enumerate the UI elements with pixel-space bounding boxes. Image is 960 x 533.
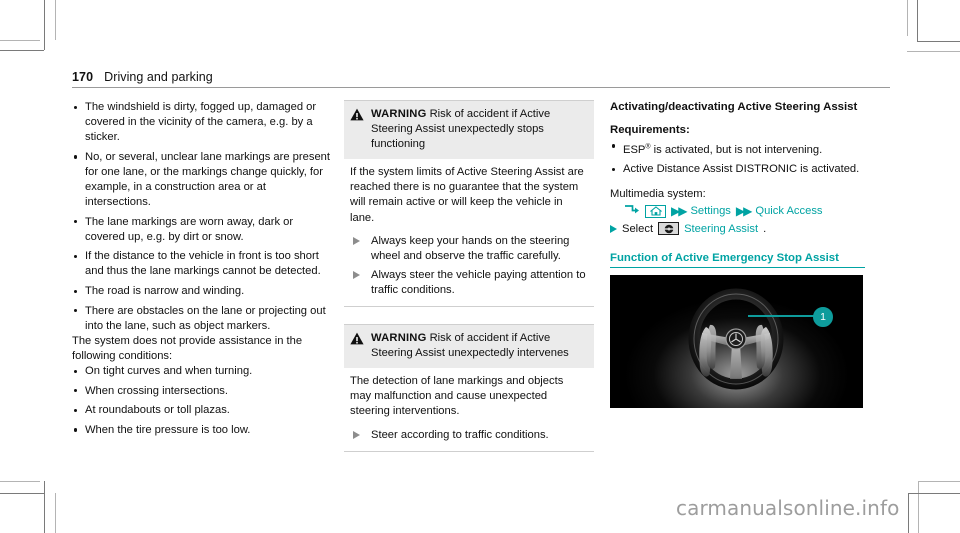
no-assist-intro: The system does not provide assistance i… xyxy=(72,334,303,362)
warning-triangle-icon xyxy=(350,331,364,361)
list-item: If the distance to the vehicle in front … xyxy=(72,249,330,279)
manual-page: 170 Driving and parking The windshield i… xyxy=(0,0,960,533)
home-icon[interactable] xyxy=(645,204,666,218)
list-item: ESP® is activated, but is not intervenin… xyxy=(610,139,865,158)
list-item: No, or several, unclear lane markings ar… xyxy=(72,150,330,210)
crop-mark-bottom-left-v2 xyxy=(55,493,56,533)
chevron-double-right-icon: ▶▶ xyxy=(735,204,753,219)
figure-graphic xyxy=(688,288,784,390)
column-middle: WARNING Risk of accident if Active Steer… xyxy=(344,100,594,469)
column-left: The windshield is dirty, fogged up, dama… xyxy=(72,100,330,438)
corner-arrow-icon xyxy=(624,204,640,218)
warning-body-text: The detection of lane markings and objec… xyxy=(350,375,564,418)
step-arrow-icon xyxy=(353,237,360,246)
crop-mark-top-right-v2 xyxy=(907,0,908,36)
crop-mark-bottom-right-v xyxy=(908,493,909,533)
steering-wheel-icon[interactable] xyxy=(658,222,680,236)
select-steering-assist-step[interactable]: Select Steering Assist. xyxy=(610,222,865,236)
list-item: At roundabouts or toll plazas. xyxy=(72,403,330,418)
nav-item-settings[interactable]: Settings xyxy=(690,205,730,217)
step-arrow-icon xyxy=(353,271,360,280)
section-heading-emergency-stop: Function of Active Emergency Stop Assist xyxy=(610,252,865,269)
crop-mark-top-left-v2 xyxy=(55,0,56,40)
warning-body: The detection of lane markings and objec… xyxy=(344,368,594,451)
list-item: On tight curves and when turning. xyxy=(72,364,330,379)
chevron-double-right-icon: ▶▶ xyxy=(671,204,688,219)
step-arrow-icon xyxy=(610,224,617,233)
crop-mark-top-right-h xyxy=(917,41,960,42)
warning-header-text: WARNING Risk of accident if Active Steer… xyxy=(371,107,587,152)
list-item: Active Distance Assist DISTRONIC is acti… xyxy=(610,162,865,177)
select-verb: Select xyxy=(622,222,654,235)
warning-header-text: WARNING Risk of accident if Active Steer… xyxy=(371,331,587,361)
warning-header: WARNING Risk of accident if Active Steer… xyxy=(344,325,594,369)
nav-item-quick-access[interactable]: Quick Access xyxy=(755,205,822,217)
page-number: 170 xyxy=(72,70,94,84)
column-right: Activating/deactivating Active Steering … xyxy=(610,100,865,409)
list-item: The road is narrow and winding. xyxy=(72,284,330,299)
chapter-title: Driving and parking xyxy=(104,70,213,84)
no-assist-bullet-list: On tight curves and when turning. When c… xyxy=(72,364,330,438)
limits-bullet-list: The windshield is dirty, fogged up, dama… xyxy=(72,100,330,334)
crop-mark-top-left-v xyxy=(44,0,45,50)
list-item: Always keep your hands on the steering w… xyxy=(350,234,587,264)
warning-steps: Always keep your hands on the steering w… xyxy=(350,234,587,298)
list-item: When the tire pressure is too low. xyxy=(72,423,330,438)
crop-mark-bottom-left-v xyxy=(44,481,45,533)
callout-leader-line xyxy=(748,315,820,317)
requirements-list: ESP® is activated, but is not intervenin… xyxy=(610,139,865,177)
requirements-label: Requirements: xyxy=(610,123,690,136)
watermark: carmanualsonline.info xyxy=(676,496,900,520)
warning-label: WARNING xyxy=(371,108,427,120)
crop-mark-bottom-right-h2 xyxy=(918,481,960,482)
requirement-esp: ESP® is activated, but is not intervenin… xyxy=(623,142,823,156)
navigation-path[interactable]: ▶▶ Settings ▶▶ Quick Access xyxy=(624,204,865,218)
warning-body: If the system limits of Active Steering … xyxy=(344,159,594,307)
crop-mark-top-left-h2 xyxy=(0,40,40,41)
list-item: Always steer the vehicle paying attentio… xyxy=(350,268,587,298)
warning-triangle-icon xyxy=(350,107,364,152)
warning-header: WARNING Risk of accident if Active Steer… xyxy=(344,101,594,160)
page-header: 170 Driving and parking xyxy=(72,70,890,88)
list-item: The lane markings are worn away, dark or… xyxy=(72,215,330,245)
step-arrow-icon xyxy=(353,431,360,440)
crop-mark-top-right-v xyxy=(917,0,918,41)
crop-mark-bottom-right-v2 xyxy=(918,481,919,533)
multimedia-label: Multimedia system: xyxy=(610,188,706,201)
list-item: There are obstacles on the lane or proje… xyxy=(72,304,330,334)
crop-mark-bottom-left-h2 xyxy=(0,481,40,482)
warning-box: WARNING Risk of accident if Active Steer… xyxy=(344,324,594,452)
section-heading-activating: Activating/deactivating Active Steering … xyxy=(610,101,858,113)
warning-body-text: If the system limits of Active Steering … xyxy=(350,166,584,224)
warning-steps: Steer according to traffic conditions. xyxy=(350,428,587,443)
list-item: When crossing intersections. xyxy=(72,384,330,399)
crop-mark-top-left-h xyxy=(0,50,44,51)
list-item: The windshield is dirty, fogged up, dama… xyxy=(72,100,330,145)
list-item: Steer according to traffic conditions. xyxy=(350,428,587,443)
select-target[interactable]: Steering Assist xyxy=(684,223,758,235)
select-period: . xyxy=(763,222,767,235)
crop-mark-bottom-left-h xyxy=(0,493,44,494)
crop-mark-bottom-right-h xyxy=(908,493,960,494)
warning-box: WARNING Risk of accident if Active Steer… xyxy=(344,100,594,308)
warning-label: WARNING xyxy=(371,332,427,345)
figure-steering-wheel-illustration: 1 xyxy=(610,275,863,409)
crop-mark-top-right-h2 xyxy=(907,51,960,52)
